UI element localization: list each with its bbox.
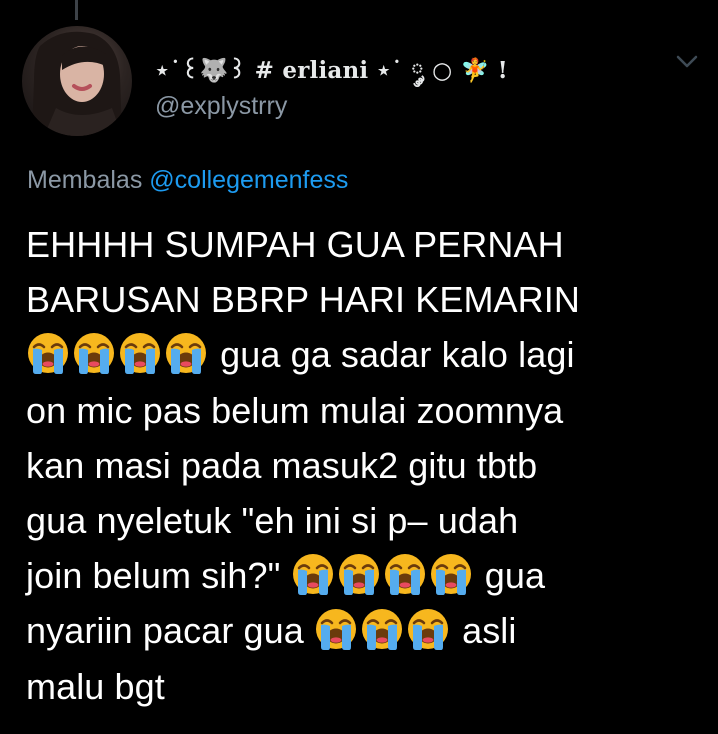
- tweet-line-text: gua: [474, 555, 546, 597]
- loudly-crying-face-icon: [118, 331, 162, 375]
- thread-connector-line: [75, 0, 78, 20]
- loudly-crying-face-icon: [291, 552, 335, 596]
- tweet-line-text: asli: [451, 610, 517, 652]
- loudly-crying-face-icon: [314, 607, 358, 651]
- tweet-line-text: nyariin pacar gua: [26, 610, 314, 652]
- user-handle[interactable]: @explystrry: [155, 92, 287, 121]
- tweet-line: kan masi pada masuk2 gitu tbtb: [26, 444, 538, 486]
- loudly-crying-face-icon: [26, 331, 70, 375]
- tweet-line: EHHHH SUMPAH GUA PERNAH: [26, 224, 564, 265]
- loudly-crying-face-icon: [406, 607, 450, 651]
- avatar[interactable]: [22, 26, 132, 136]
- loudly-crying-face-icon: [337, 552, 381, 596]
- tweet-line: nyariin pacar gua asli: [26, 603, 716, 658]
- reply-prefix: Membalas: [27, 166, 143, 194]
- loudly-crying-face-icon: [164, 331, 208, 375]
- loudly-crying-face-icon: [72, 331, 116, 375]
- chevron-down-icon[interactable]: [670, 50, 704, 74]
- reply-context: Membalas @collegemenfess: [27, 166, 348, 195]
- avatar-image: [32, 31, 122, 136]
- tweet-line: join belum sih?" gua: [26, 548, 716, 603]
- tweet-line: gua ga sadar kalo lagi: [26, 327, 716, 382]
- tweet-line: gua nyeletuk "eh ini si p– udah: [26, 500, 519, 542]
- emoji-run: [314, 607, 452, 651]
- loudly-crying-face-icon: [360, 607, 404, 651]
- tweet-line: on mic pas belum mulai zoomnya: [26, 389, 564, 431]
- reply-mention-link[interactable]: @collegemenfess: [149, 166, 348, 194]
- loudly-crying-face-icon: [383, 552, 427, 596]
- tweet-text: EHHHH SUMPAH GUA PERNAH BARUSAN BBRP HAR…: [26, 217, 716, 714]
- tweet-line-text: gua ga sadar kalo lagi: [210, 334, 575, 376]
- loudly-crying-face-icon: [429, 552, 473, 596]
- emoji-run: [26, 331, 210, 375]
- tweet-line: malu bgt: [26, 665, 165, 707]
- emoji-run: [291, 552, 475, 596]
- tweet-line-text: join belum sih?": [26, 555, 291, 597]
- tweet-line: BARUSAN BBRP HARI KEMARIN: [26, 279, 580, 321]
